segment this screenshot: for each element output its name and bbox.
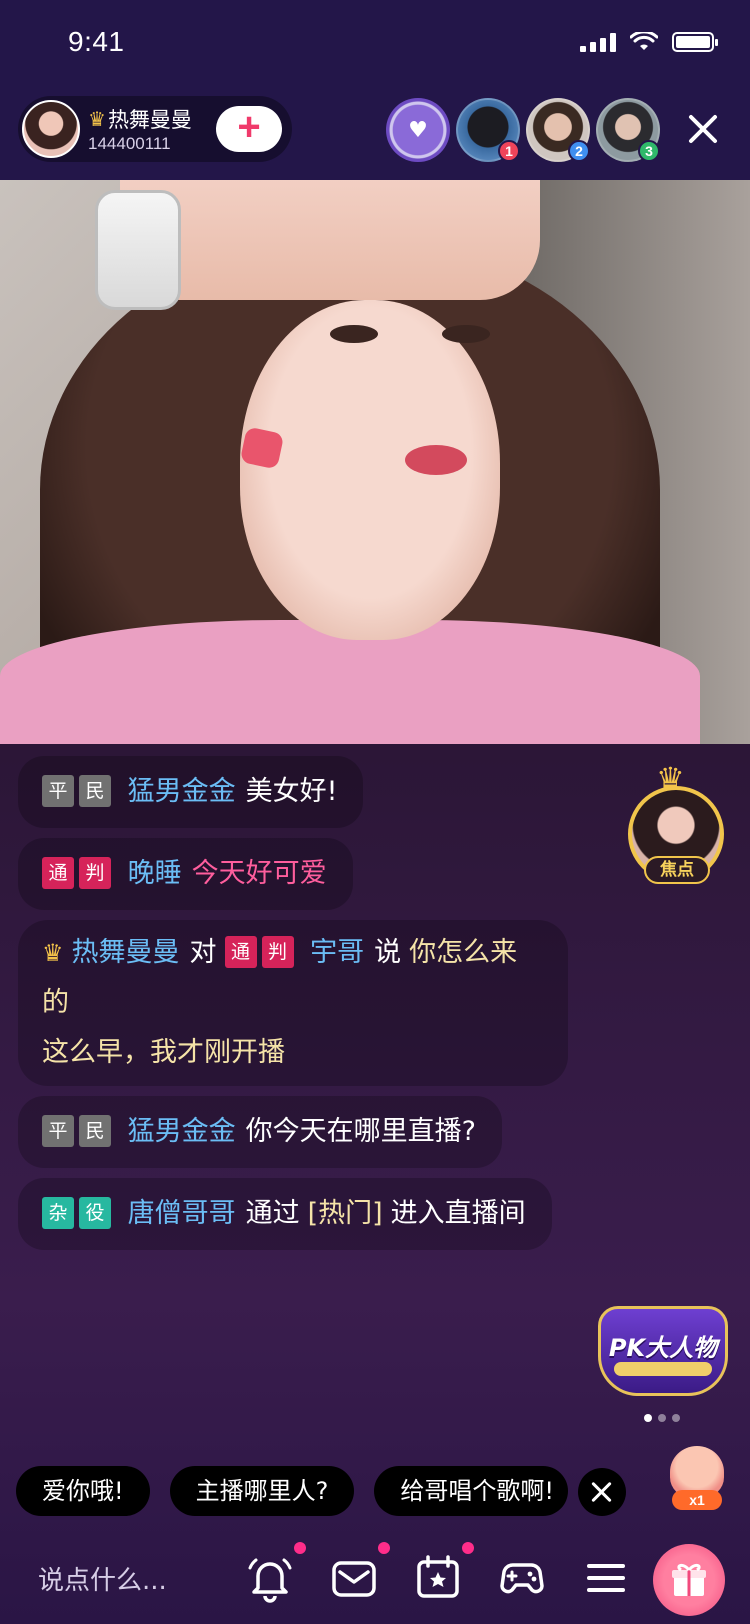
mail-icon[interactable] bbox=[326, 1542, 390, 1606]
rank-tag: 平 bbox=[42, 1115, 74, 1147]
rank-tag: 杂 bbox=[42, 1197, 74, 1229]
gift-button[interactable] bbox=[653, 1544, 725, 1616]
chat-username[interactable]: 猛男金金 bbox=[128, 776, 236, 807]
chat-text: 美女好! bbox=[245, 776, 338, 807]
quick-reply-button[interactable]: 爱你哦! bbox=[16, 1466, 150, 1516]
chat-verb: 说 bbox=[374, 937, 402, 968]
host-name: 热舞曼曼 bbox=[107, 108, 192, 132]
notification-dot bbox=[378, 1542, 390, 1554]
chat-text: 这么早，我才刚开播 bbox=[42, 1037, 285, 1068]
menu-icon[interactable] bbox=[578, 1550, 634, 1606]
carousel-dot bbox=[658, 1414, 666, 1422]
status-bar: 9:41 bbox=[0, 0, 750, 90]
video-arm bbox=[120, 180, 540, 300]
guard-shield-badge[interactable]: ♥ bbox=[386, 98, 450, 162]
crown-icon: ♛ bbox=[88, 107, 106, 131]
carousel-dot bbox=[644, 1414, 652, 1422]
host-avatar[interactable] bbox=[22, 100, 80, 158]
chat-username[interactable]: 猛男金金 bbox=[128, 1116, 236, 1147]
bell-icon[interactable] bbox=[242, 1542, 306, 1606]
host-info: ♛ 热舞曼曼 144400111 bbox=[88, 104, 192, 154]
live-video bbox=[0, 180, 750, 744]
chat-username[interactable]: 唐僧哥哥 bbox=[128, 1198, 236, 1229]
notification-dot bbox=[462, 1542, 474, 1554]
video-lips bbox=[405, 445, 467, 475]
chat-message: 平民 猛男金金 美女好! bbox=[18, 756, 578, 838]
chat-text: 你今天在哪里直播? bbox=[245, 1116, 476, 1147]
carousel-dot bbox=[672, 1414, 680, 1422]
notification-dot bbox=[294, 1542, 306, 1554]
status-time: 9:41 bbox=[68, 26, 125, 57]
top-viewer-3[interactable]: 3 bbox=[596, 98, 660, 162]
clap-button[interactable]: x1 bbox=[662, 1446, 732, 1512]
rank-badge: 2 bbox=[568, 140, 590, 162]
video-earring bbox=[239, 426, 285, 470]
comment-input[interactable]: 说点什么... bbox=[38, 1560, 167, 1597]
chat-text: 今天好可爱 bbox=[191, 858, 327, 889]
pk-label: PK大人物 bbox=[608, 1334, 718, 1362]
rank-badge: 1 bbox=[498, 140, 520, 162]
signal-icon bbox=[580, 32, 616, 52]
rank-tag: 平 bbox=[42, 775, 74, 807]
video-eye-left bbox=[330, 325, 378, 343]
chat-username[interactable]: 晚睡 bbox=[128, 858, 182, 889]
system-icons bbox=[580, 32, 718, 52]
focus-label: 焦点 bbox=[644, 856, 710, 884]
quick-replies: 爱你哦! 主播哪里人? 给哥唱个歌啊! bbox=[16, 1466, 568, 1516]
live-top-bar: ♛ 热舞曼曼 144400111 + ♥ 1 2 3 bbox=[0, 90, 750, 180]
rank-tag: 民 bbox=[79, 775, 111, 807]
chat-message: ♛ 热舞曼曼对通判 宇哥说你怎么来的 这么早，我才刚开播 bbox=[18, 920, 578, 1086]
gift-icon bbox=[672, 1563, 706, 1596]
chat-bubble: 杂役 唐僧哥哥 通过 [热门] 进入直播间 bbox=[18, 1178, 552, 1250]
rank-badge: 3 bbox=[638, 140, 660, 162]
chat-connector: 对 bbox=[189, 937, 217, 968]
pk-ribbon bbox=[614, 1362, 712, 1376]
chat-text: 进入直播间 bbox=[390, 1198, 526, 1229]
chat-username[interactable]: 热舞曼曼 bbox=[72, 937, 180, 968]
chat-bubble: 通判 晚睡 今天好可爱 bbox=[18, 838, 353, 910]
battery-icon bbox=[672, 32, 718, 52]
host-name-row: ♛ 热舞曼曼 bbox=[88, 104, 192, 134]
wifi-icon bbox=[630, 32, 658, 50]
top-viewer-1[interactable]: 1 bbox=[456, 98, 520, 162]
bottom-bar: 说点什么... bbox=[0, 1536, 750, 1624]
crown-icon: ♛ bbox=[656, 760, 685, 798]
close-icon[interactable] bbox=[682, 108, 724, 150]
video-eye-right bbox=[442, 325, 490, 343]
pk-event-badge[interactable]: PK大人物 bbox=[590, 1296, 736, 1402]
rank-tag: 判 bbox=[261, 936, 294, 968]
chat-message: 通判 晚睡 今天好可爱 bbox=[18, 838, 578, 920]
chat-bubble: 平民 猛男金金 你今天在哪里直播? bbox=[18, 1096, 502, 1168]
top-viewer-2[interactable]: 2 bbox=[526, 98, 590, 162]
rank-tag: 判 bbox=[79, 857, 111, 889]
rank-tag: 役 bbox=[79, 1197, 111, 1229]
heart-icon: ♥ bbox=[408, 117, 428, 143]
chat-message: 平民 猛男金金 你今天在哪里直播? bbox=[18, 1096, 578, 1178]
chat-bubble: ♛ 热舞曼曼对通判 宇哥说你怎么来的 这么早，我才刚开播 bbox=[18, 920, 568, 1086]
close-quick-replies-icon[interactable] bbox=[578, 1468, 626, 1516]
host-info-pill[interactable]: ♛ 热舞曼曼 144400111 + bbox=[18, 96, 292, 162]
chat-highlight: [热门] bbox=[307, 1198, 383, 1229]
clap-count: x1 bbox=[672, 1490, 722, 1510]
carousel-dots bbox=[644, 1414, 680, 1422]
video-face bbox=[240, 300, 500, 640]
focus-badge[interactable]: ♛ 焦点 bbox=[624, 760, 728, 886]
chat-username[interactable]: 宇哥 bbox=[310, 937, 364, 968]
plus-icon: + bbox=[237, 105, 261, 149]
calendar-icon[interactable] bbox=[410, 1542, 474, 1606]
quick-reply-button[interactable]: 主播哪里人? bbox=[169, 1466, 355, 1516]
video-watch bbox=[95, 190, 181, 310]
gamepad-icon[interactable] bbox=[494, 1550, 550, 1606]
rank-tag: 通 bbox=[42, 857, 74, 889]
chat-bubble: 平民 猛男金金 美女好! bbox=[18, 756, 364, 828]
crown-icon: ♛ bbox=[42, 939, 64, 967]
rank-tag: 通 bbox=[224, 936, 257, 968]
follow-button[interactable]: + bbox=[216, 106, 282, 152]
chat-message: 杂役 唐僧哥哥 通过 [热门] 进入直播间 bbox=[18, 1178, 578, 1260]
chat-text: 通过 bbox=[245, 1198, 300, 1229]
host-id: 144400111 bbox=[88, 134, 171, 153]
chat-list: 平民 猛男金金 美女好! 通判 晚睡 今天好可爱 ♛ 热舞曼曼对通判 宇哥说你怎么来的… bbox=[18, 756, 578, 1260]
rank-tag: 民 bbox=[79, 1115, 111, 1147]
quick-reply-button[interactable]: 给哥唱个歌啊! bbox=[374, 1466, 568, 1516]
